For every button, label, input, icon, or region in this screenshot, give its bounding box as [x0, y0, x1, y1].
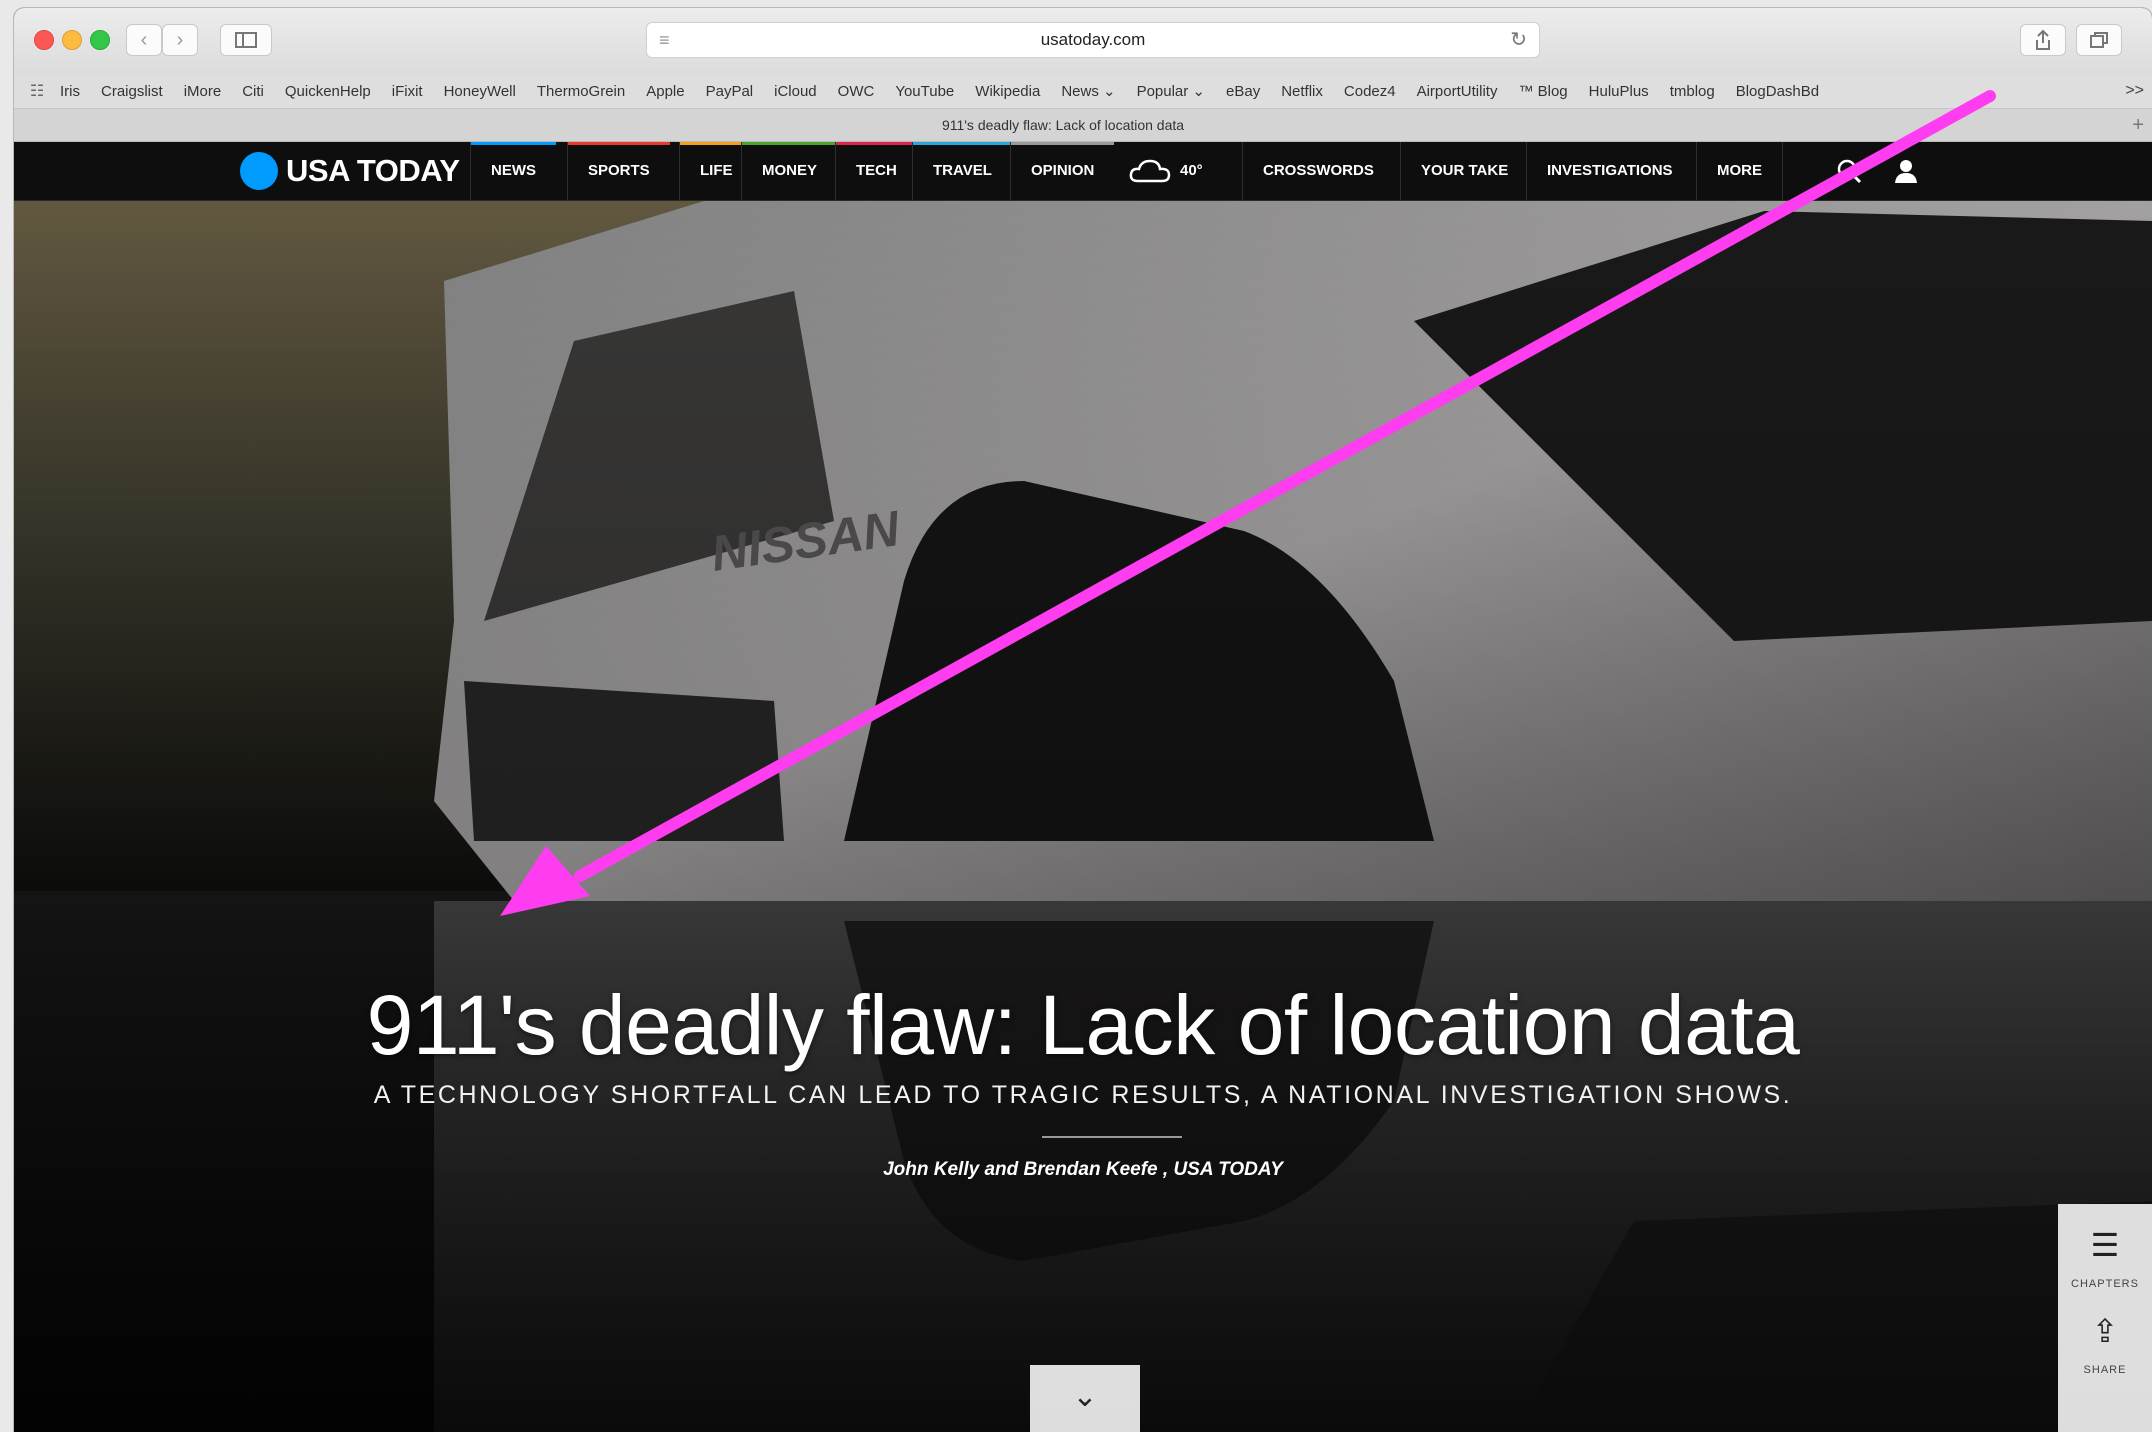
bookmark-item[interactable]: iMore: [184, 83, 222, 100]
nav-label: MONEY: [762, 162, 818, 179]
weather-temperature: 40°: [1180, 162, 1203, 179]
nav-more[interactable]: MORE: [1696, 142, 1783, 200]
share-icon: ⇪: [2091, 1313, 2119, 1349]
tab-bar: 911's deadly flaw: Lack of location data…: [14, 109, 2152, 142]
nav-label: INVESTIGATIONS: [1547, 162, 1673, 179]
nav-label: OPINION: [1031, 162, 1095, 179]
bookmarks-overflow-button[interactable]: >>: [2125, 74, 2144, 108]
nav-opinion[interactable]: OPINION: [1010, 142, 1115, 200]
cloud-icon: [1129, 159, 1171, 183]
article-headline: 911's deadly flaw: Lack of location data: [366, 978, 1800, 1073]
bookmark-item[interactable]: ThermoGrein: [537, 83, 625, 100]
forward-button[interactable]: ›: [162, 24, 198, 56]
chapters-label: CHAPTERS: [2071, 1278, 2139, 1290]
bookmark-item[interactable]: eBay: [1226, 83, 1260, 100]
bookmark-item[interactable]: Iris: [60, 83, 80, 100]
nav-crosswords[interactable]: CROSSWORDS: [1242, 142, 1394, 200]
article-share-button[interactable]: ⇪ SHARE: [2058, 1312, 2152, 1376]
search-icon[interactable]: [1836, 142, 1862, 200]
bookmark-item[interactable]: Wikipedia: [975, 83, 1040, 100]
back-button[interactable]: ‹: [126, 24, 162, 56]
nav-sports[interactable]: SPORTS: [567, 142, 670, 200]
hero-section: NISSAN 911's deadly flaw: Lack of locati…: [14, 201, 2152, 1432]
bookmark-item[interactable]: iCloud: [774, 83, 817, 100]
zoom-window-button[interactable]: [90, 30, 110, 50]
nav-label: YOUR TAKE: [1421, 162, 1509, 179]
nav-label: CROSSWORDS: [1263, 162, 1374, 179]
grid-icon[interactable]: ☷: [14, 81, 60, 101]
nav-your-take[interactable]: YOUR TAKE: [1400, 142, 1528, 200]
address-url: usatoday.com: [1040, 30, 1146, 49]
nav-tech[interactable]: TECH: [835, 142, 917, 200]
chapters-icon: ☰: [2090, 1227, 2120, 1263]
bookmark-item[interactable]: News ⌄: [1061, 82, 1115, 100]
close-window-button[interactable]: [34, 30, 54, 50]
bookmark-item[interactable]: tmblog: [1670, 83, 1715, 100]
nav-travel[interactable]: TRAVEL: [912, 142, 1012, 200]
nav-label: TRAVEL: [933, 162, 992, 179]
bookmark-item[interactable]: YouTube: [895, 83, 954, 100]
site-navigation: USA TODAY NEWS SPORTS LIFE MONEY TECH TR…: [14, 142, 2152, 201]
article-byline: John Kelly and Brendan Keefe , USA TODAY: [883, 1159, 1283, 1180]
tabs-button[interactable]: [2076, 24, 2122, 56]
bookmark-item[interactable]: Apple: [646, 83, 684, 100]
tabs-icon: [2090, 32, 2108, 48]
nav-investigations[interactable]: INVESTIGATIONS: [1526, 142, 1693, 200]
active-tab[interactable]: 911's deadly flaw: Lack of location data: [14, 109, 2112, 141]
logo-text: USA TODAY: [286, 153, 460, 188]
hero-photo: NISSAN: [14, 201, 2152, 1432]
share-button[interactable]: [2020, 24, 2066, 56]
new-tab-button[interactable]: +: [2132, 109, 2144, 141]
headline-divider: [1042, 1136, 1182, 1138]
bookmark-item[interactable]: BlogDashBd: [1736, 83, 1819, 100]
bookmark-item[interactable]: AirportUtility: [1417, 83, 1498, 100]
chapters-button[interactable]: ☰ CHAPTERS: [2058, 1226, 2152, 1290]
nav-label: SPORTS: [588, 162, 650, 179]
logo-circle: [240, 152, 278, 190]
chevron-left-icon: ‹: [140, 29, 148, 51]
bookmark-item[interactable]: PayPal: [706, 83, 754, 100]
bookmark-item[interactable]: Craigslist: [101, 83, 163, 100]
share-label: SHARE: [2083, 1364, 2127, 1376]
bookmarks-bar: ☷ Iris Craigslist iMore Citi QuickenHelp…: [14, 74, 2152, 109]
reload-icon[interactable]: ↻: [1510, 23, 1527, 57]
nav-label: LIFE: [700, 162, 733, 179]
scroll-down-button[interactable]: ⌄: [1030, 1365, 1140, 1432]
chevron-right-icon: ›: [176, 29, 184, 51]
bookmark-item[interactable]: Citi: [242, 83, 264, 100]
sidebar-icon: [235, 32, 257, 48]
share-icon: [2036, 29, 2050, 50]
user-icon[interactable]: [1894, 142, 1918, 200]
minimize-window-button[interactable]: [62, 30, 82, 50]
nav-money[interactable]: MONEY: [741, 142, 838, 200]
article-subhead: A TECHNOLOGY SHORTFALL CAN LEAD TO TRAGI…: [373, 1081, 1793, 1109]
nav-label: NEWS: [491, 162, 536, 179]
article-side-panel: ☰ CHAPTERS ⇪ SHARE: [2058, 1204, 2152, 1432]
bookmark-item[interactable]: ™ Blog: [1518, 83, 1567, 100]
bookmark-item[interactable]: HuluPlus: [1589, 83, 1649, 100]
browser-window: ‹ › ≡ usatoday.com ↻ ☷ Iris Craigslist i…: [14, 8, 2152, 1432]
address-bar[interactable]: ≡ usatoday.com ↻: [646, 22, 1540, 58]
weather-widget[interactable]: 40°: [1128, 142, 1203, 200]
bookmark-item[interactable]: OWC: [838, 83, 875, 100]
sidebar-button[interactable]: [220, 24, 272, 56]
bookmark-item[interactable]: Codez4: [1344, 83, 1396, 100]
bookmark-item[interactable]: HoneyWell: [444, 83, 516, 100]
bookmark-item[interactable]: Popular ⌄: [1137, 82, 1205, 100]
chevron-down-icon: ⌄: [1072, 1380, 1098, 1413]
nav-news[interactable]: NEWS: [470, 142, 556, 200]
bookmark-item[interactable]: QuickenHelp: [285, 83, 371, 100]
nav-label: MORE: [1717, 162, 1762, 179]
usatoday-logo[interactable]: USA TODAY: [240, 152, 460, 190]
browser-toolbar: ‹ › ≡ usatoday.com ↻: [14, 8, 2152, 74]
nav-label: TECH: [856, 162, 897, 179]
bookmark-item[interactable]: iFixit: [392, 83, 423, 100]
bookmark-item[interactable]: Netflix: [1281, 83, 1323, 100]
